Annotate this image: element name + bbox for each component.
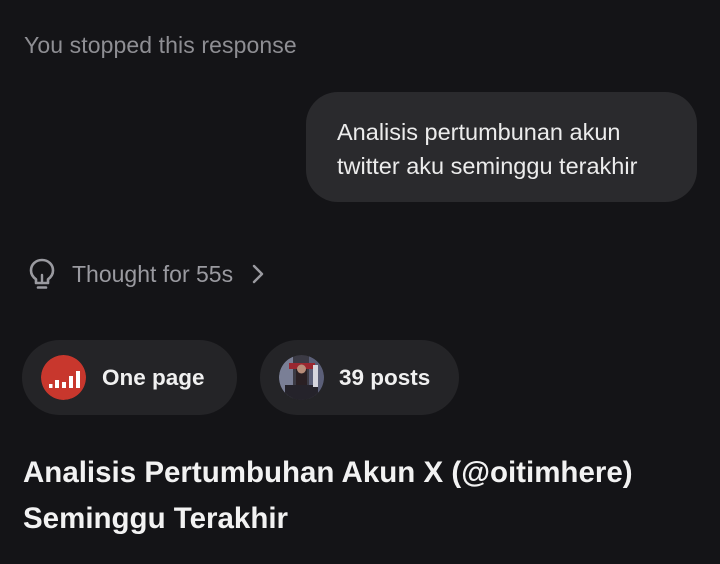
chat-response-view: You stopped this response Analisis pertu… [0, 0, 720, 564]
source-chip-label: One page [102, 364, 205, 390]
source-chip-posts[interactable]: 39 posts [260, 340, 459, 415]
source-chip-one-page[interactable]: One page [22, 340, 237, 415]
profile-avatar-icon [279, 355, 324, 400]
site-favicon-bar-chart-icon [41, 355, 86, 400]
thought-duration-label: Thought for 55s [72, 260, 234, 287]
chevron-right-icon [251, 263, 265, 285]
user-message-bubble: Analisis pertumbunan akun twitter aku se… [306, 92, 697, 202]
response-heading: Analisis Pertumbuhan Akun X (@oitimhere)… [23, 456, 633, 535]
stopped-response-notice: You stopped this response [24, 32, 297, 58]
lightbulb-icon [28, 257, 56, 291]
thought-toggle[interactable]: Thought for 55s [28, 257, 265, 291]
source-chip-label: 39 posts [339, 364, 431, 390]
user-message-text: Analisis pertumbunan akun twitter aku se… [337, 119, 638, 179]
